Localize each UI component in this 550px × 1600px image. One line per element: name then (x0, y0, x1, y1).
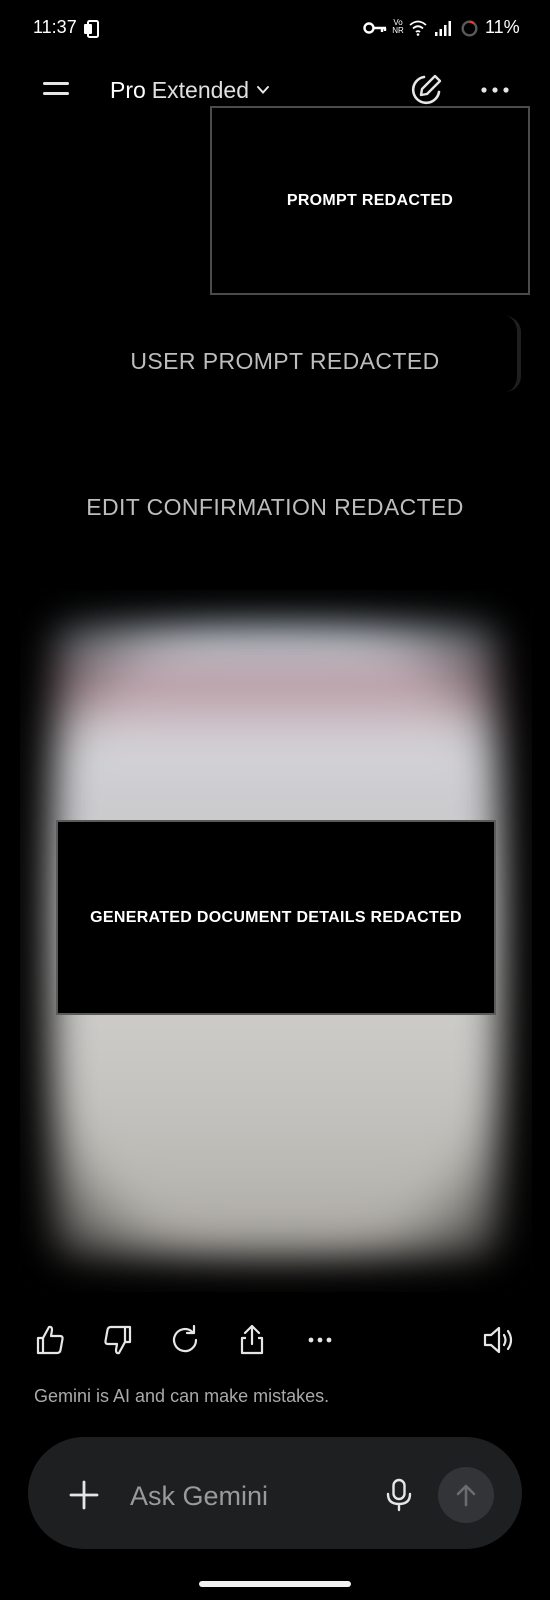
vonr-icon: Vo NR (392, 18, 404, 35)
prompt-redacted-label: PROMPT REDACTED (286, 191, 454, 209)
regenerate-icon[interactable] (167, 1322, 203, 1358)
document-redacted-box: GENERATED DOCUMENT DETAILS REDACTED (56, 820, 496, 1015)
ai-disclaimer: Gemini is AI and can make mistakes. (34, 1386, 330, 1406)
chevron-down-icon (257, 86, 269, 94)
speaker-icon[interactable] (481, 1322, 517, 1358)
vpn-key-icon (363, 22, 387, 34)
more-horizontal-icon[interactable] (478, 78, 512, 102)
mic-icon[interactable] (384, 1477, 414, 1513)
send-button[interactable] (438, 1467, 494, 1523)
more-horizontal-icon[interactable] (302, 1322, 338, 1358)
model-variant: Extended (151, 76, 249, 103)
plus-icon[interactable] (64, 1475, 104, 1515)
battery-percent: 11% (485, 17, 520, 37)
edit-confirmation-text: EDIT CONFIRMATION REDACTED (86, 494, 464, 520)
home-indicator[interactable] (199, 1581, 351, 1587)
menu-icon[interactable] (40, 76, 72, 104)
wifi-icon (409, 20, 427, 36)
ask-input[interactable] (128, 1470, 362, 1522)
cellular-signal-icon (435, 21, 451, 36)
thumbs-down-icon[interactable] (100, 1322, 136, 1358)
battery-ring-icon (461, 20, 478, 37)
model-selector[interactable]: Pro Extended (110, 73, 271, 107)
thumbs-up-icon[interactable] (32, 1322, 68, 1358)
share-icon[interactable] (234, 1322, 270, 1358)
status-time: 11:37 (33, 17, 77, 37)
phone-notification-icon (84, 20, 99, 38)
new-chat-icon[interactable] (408, 72, 444, 108)
prompt-redacted-box: PROMPT REDACTED (210, 106, 530, 295)
document-redacted-label: GENERATED DOCUMENT DETAILS REDACTED (90, 908, 462, 926)
model-name: Pro (110, 76, 146, 103)
send-arrow-icon (456, 1484, 476, 1507)
scroll-indicator[interactable] (505, 316, 521, 392)
user-prompt-text: USER PROMPT REDACTED (130, 348, 440, 374)
